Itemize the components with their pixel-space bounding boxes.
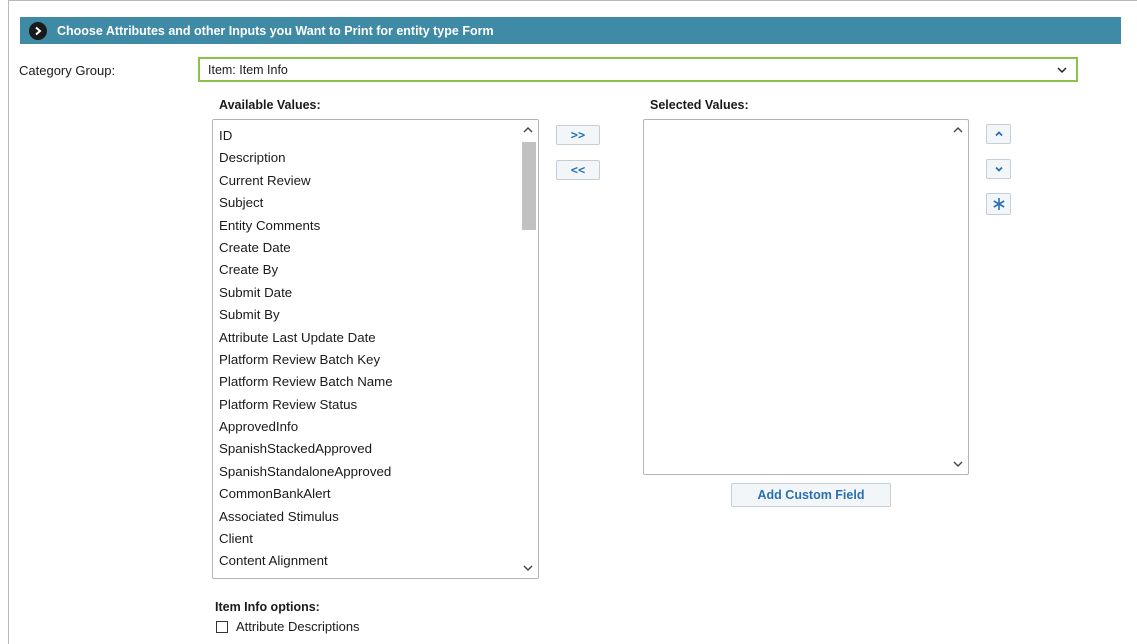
list-item[interactable]: Attribute Last Update Date [219, 327, 518, 349]
section-header-title: Choose Attributes and other Inputs you W… [57, 23, 494, 38]
category-group-value: Item: Item Info [208, 62, 288, 77]
clear-selected-button[interactable] [986, 193, 1011, 215]
list-item[interactable]: Submit By [219, 304, 518, 326]
available-scrollbar[interactable] [519, 121, 537, 577]
add-custom-field-button[interactable]: Add Custom Field [731, 483, 891, 507]
scroll-down-icon[interactable] [952, 458, 964, 470]
chevron-down-icon [1056, 64, 1068, 76]
list-item[interactable]: Associated Stimulus [219, 506, 518, 528]
list-item[interactable]: Content Alignment [219, 550, 518, 572]
caret-up-icon [994, 131, 1003, 137]
list-item[interactable]: Platform Review Batch Name [219, 371, 518, 393]
list-item[interactable]: Current Review [219, 170, 518, 192]
category-group-label: Category Group: [19, 63, 116, 78]
selected-values-label: Selected Values: [650, 98, 749, 112]
list-item[interactable]: ApprovedInfo [219, 416, 518, 438]
move-down-button[interactable] [986, 159, 1011, 179]
scroll-up-icon[interactable] [522, 124, 534, 136]
available-values-list[interactable]: ID Description Current Review Subject Entity… [212, 119, 539, 579]
list-item[interactable]: Description [219, 147, 518, 169]
list-item[interactable]: CommonBankAlert [219, 483, 518, 505]
list-item[interactable]: Create Date [219, 237, 518, 259]
move-up-button[interactable] [986, 124, 1011, 144]
scroll-thumb[interactable] [522, 142, 536, 230]
list-item[interactable]: ID [219, 125, 518, 147]
list-item[interactable]: Submit Date [219, 282, 518, 304]
remove-selected-button[interactable]: << [556, 160, 600, 180]
asterisk-icon [992, 198, 1005, 210]
list-item[interactable]: Platform Review Batch Key [219, 349, 518, 371]
list-item[interactable]: SpanishStackedApproved [219, 438, 518, 460]
list-item[interactable]: SpanishStandaloneApproved [219, 461, 518, 483]
list-item[interactable]: Client [219, 528, 518, 550]
list-item[interactable]: Subject [219, 192, 518, 214]
scroll-down-icon[interactable] [522, 562, 534, 574]
section-header[interactable]: Choose Attributes and other Inputs you W… [20, 17, 1121, 44]
selected-values-list[interactable] [643, 119, 969, 475]
category-group-select[interactable]: Item: Item Info [198, 57, 1078, 82]
list-item[interactable]: Platform Review Status [219, 394, 518, 416]
available-values-items: ID Description Current Review Subject Entity… [219, 125, 518, 578]
item-info-options-label: Item Info options: [215, 600, 320, 614]
chevron-right-circle-icon[interactable] [29, 21, 47, 40]
selected-values-items [650, 125, 948, 474]
attribute-descriptions-checkbox[interactable] [216, 620, 228, 633]
attribute-descriptions-option[interactable]: Attribute Descriptions [216, 619, 360, 634]
scroll-up-icon[interactable] [952, 124, 964, 136]
caret-down-icon [994, 166, 1003, 172]
add-selected-button[interactable]: >> [556, 125, 600, 145]
attribute-descriptions-label: Attribute Descriptions [236, 619, 360, 634]
list-item[interactable]: Create By [219, 259, 518, 281]
selected-scrollbar[interactable] [949, 121, 967, 473]
list-item[interactable]: Entity Comments [219, 215, 518, 237]
available-values-label: Available Values: [219, 98, 321, 112]
